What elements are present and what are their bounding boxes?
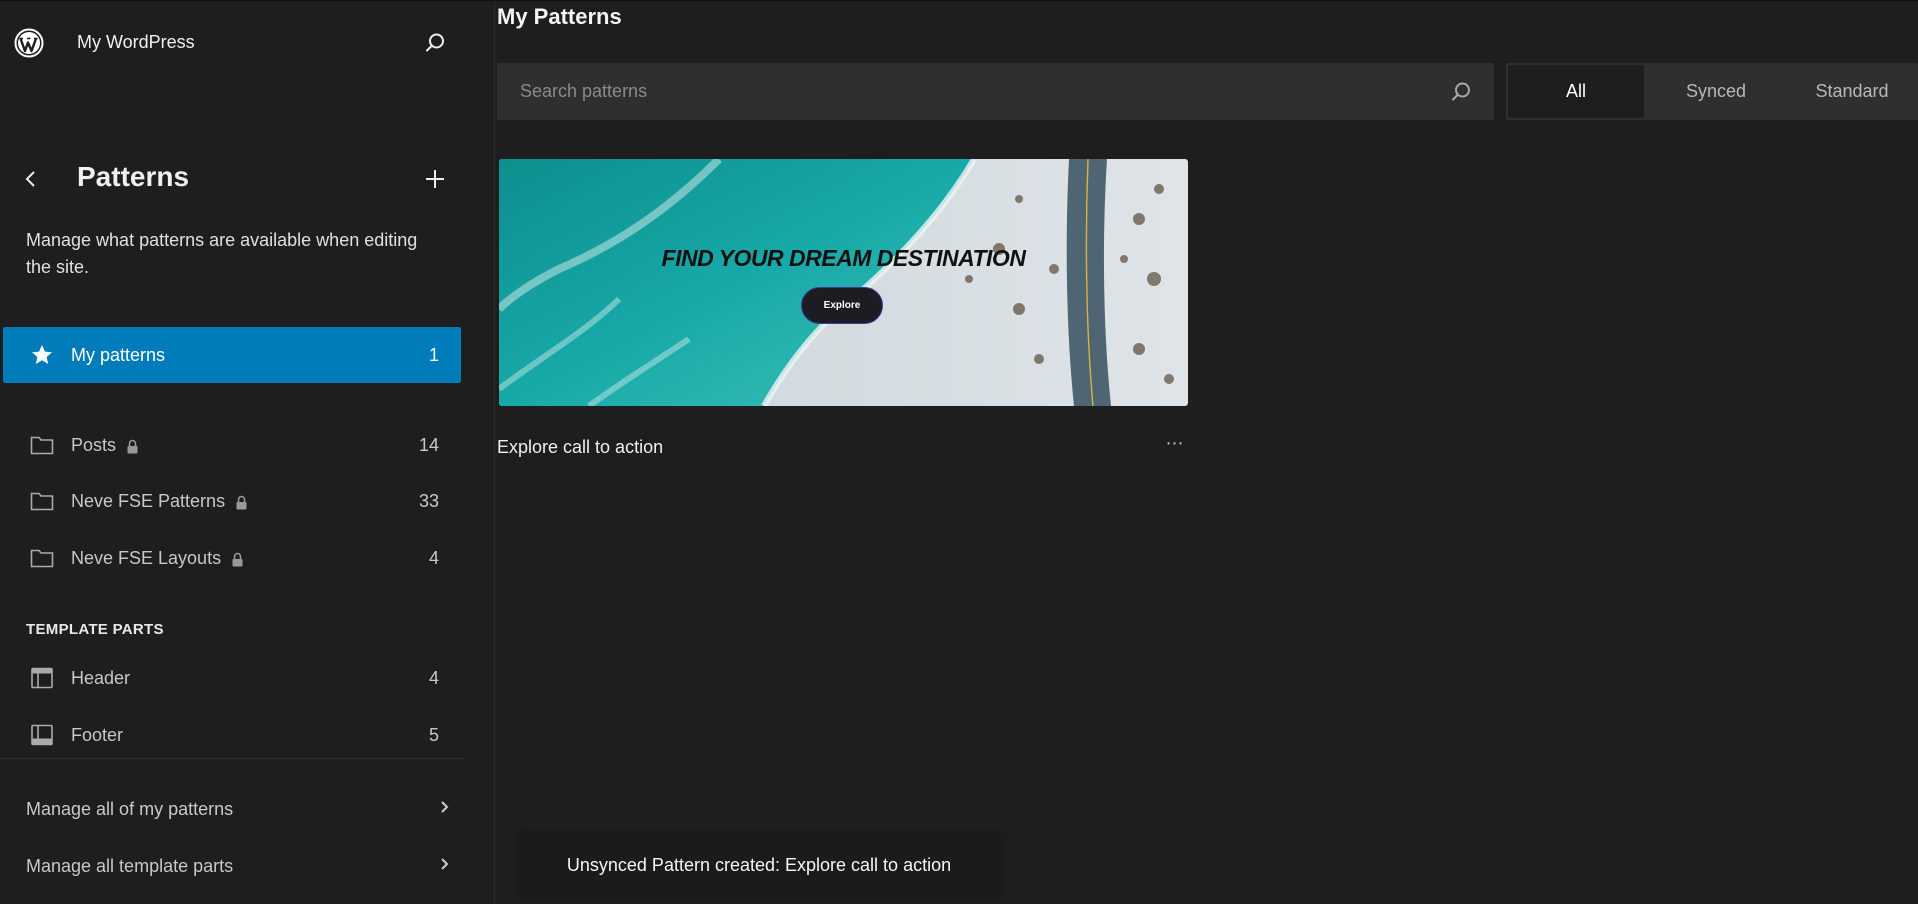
snackbar-message: Unsynced Pattern created: Explore call t… <box>566 855 952 875</box>
beach-aerial-image <box>499 159 1188 406</box>
folder-icon <box>29 432 55 458</box>
search-input[interactable] <box>497 63 1494 120</box>
manage-all-template-parts-link[interactable]: Manage all template parts <box>26 856 451 877</box>
lock-icon <box>235 494 248 509</box>
pattern-preview-button: Explore <box>801 287 883 324</box>
manage-all-patterns-link[interactable]: Manage all of my patterns <box>26 799 451 820</box>
sidebar-item-count: 5 <box>428 724 439 745</box>
more-options-icon[interactable]: ⋯ <box>1160 433 1190 457</box>
chevron-right-icon <box>439 856 451 877</box>
site-title[interactable]: My WordPress <box>77 32 195 53</box>
manage-link-label: Manage all template parts <box>26 856 234 876</box>
pattern-title[interactable]: Explore call to action <box>497 437 663 458</box>
pattern-preview-heading: FIND YOUR DREAM DESTINATION <box>661 245 1026 271</box>
star-icon <box>29 342 55 368</box>
sidebar-item-header[interactable]: Header 4 <box>3 650 461 706</box>
page-title: My Patterns <box>497 4 622 29</box>
wordpress-logo-icon[interactable] <box>14 28 44 58</box>
footer-layout-icon <box>29 722 55 748</box>
sidebar-item-count: 33 <box>418 490 439 511</box>
sidebar-item-count: 4 <box>428 547 439 568</box>
lock-icon <box>231 551 244 566</box>
search-icon[interactable] <box>422 30 448 56</box>
sidebar-item-footer[interactable]: Footer 5 <box>3 707 461 763</box>
sidebar-item-count: 4 <box>428 667 439 688</box>
sidebar-item-neve-fse-layouts[interactable]: Neve FSE Layouts 4 <box>3 530 461 586</box>
sidebar-divider <box>0 758 463 759</box>
template-parts-section-label: TEMPLATE PARTS <box>26 621 164 638</box>
search-icon[interactable] <box>1448 79 1474 105</box>
sidebar-item-label: Neve FSE Layouts <box>71 547 222 568</box>
add-pattern-plus-icon[interactable] <box>422 166 448 192</box>
sidebar-item-label: Header <box>71 667 131 688</box>
search-patterns-field[interactable] <box>497 63 1494 120</box>
folder-icon <box>29 488 55 514</box>
patterns-main: My Patterns All Synced Standard <box>496 1 1918 904</box>
sidebar-item-my-patterns[interactable]: My patterns 1 <box>3 327 461 383</box>
chevron-right-icon <box>439 799 451 820</box>
tab-all[interactable]: All <box>1508 65 1644 118</box>
manage-link-label: Manage all of my patterns <box>26 799 234 819</box>
sidebar-item-label: Footer <box>71 724 124 745</box>
sync-filter-tabs: All Synced Standard <box>1506 63 1918 120</box>
pattern-preview[interactable]: FIND YOUR DREAM DESTINATION Explore <box>499 159 1188 406</box>
snackbar-notice[interactable]: Unsynced Pattern created: Explore call t… <box>520 833 998 898</box>
back-chevron-icon[interactable] <box>18 166 44 192</box>
sidebar-item-posts[interactable]: Posts 14 <box>3 417 461 473</box>
site-editor: My WordPress Patterns Manage what patter… <box>0 0 1918 904</box>
tab-synced[interactable]: Synced <box>1646 63 1786 120</box>
sidebar-item-neve-fse-patterns[interactable]: Neve FSE Patterns 33 <box>3 473 461 529</box>
sidebar-heading: Patterns <box>77 161 190 192</box>
sidebar-item-count: 1 <box>428 344 439 365</box>
sidebar-item-label: Neve FSE Patterns <box>71 490 226 511</box>
lock-icon <box>126 438 139 453</box>
sidebar-item-count: 14 <box>418 434 439 455</box>
sidebar: My WordPress Patterns Manage what patter… <box>0 1 495 904</box>
sidebar-item-label: My patterns <box>71 344 166 365</box>
sidebar-description: Manage what patterns are available when … <box>26 230 418 277</box>
folder-icon <box>29 545 55 571</box>
sidebar-item-label: Posts <box>71 434 117 455</box>
header-layout-icon <box>29 665 55 691</box>
tab-standard[interactable]: Standard <box>1786 63 1918 120</box>
